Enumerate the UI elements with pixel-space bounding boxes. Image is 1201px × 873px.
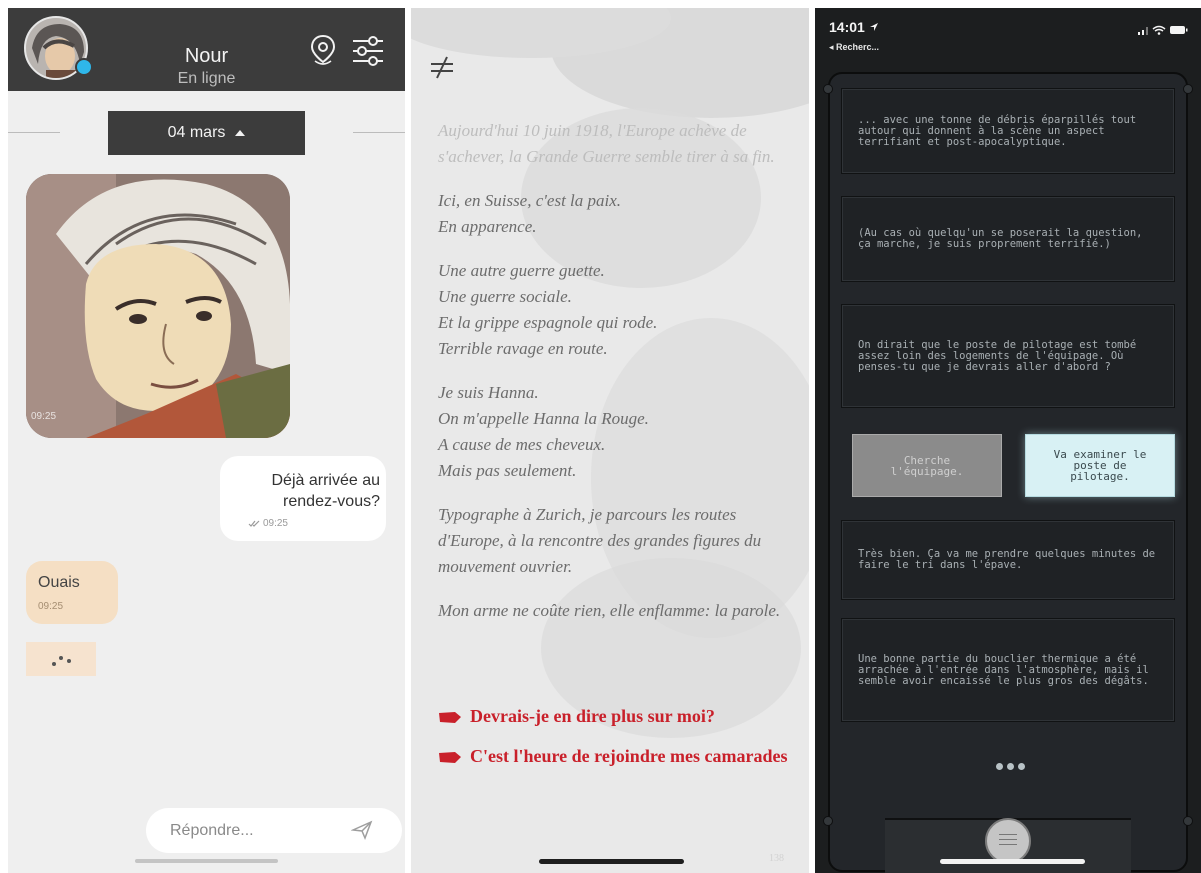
chat-photo[interactable] (26, 174, 290, 438)
typing-indicator (26, 642, 96, 676)
bolt (823, 84, 833, 94)
story-paragraph: Typographe à Zurich, je parcours les rou… (438, 505, 762, 576)
game-message: ... avec une tonne de débris éparpillés … (841, 88, 1175, 174)
choice-marker-icon (439, 712, 461, 724)
game-message: (Au cas où quelqu'un se poserait la ques… (841, 196, 1175, 282)
location-arrow-icon (869, 23, 878, 31)
status-time: 14:01 (829, 19, 879, 35)
chat-header: Nour En ligne (8, 8, 405, 91)
story-text: Aujourd'hui 10 juin 1918, l'Europe achèv… (438, 118, 788, 642)
typing-indicator (996, 757, 1029, 775)
chat-screen: Nour En ligne 04 mars 09:25 Déjà arrivée… (8, 8, 405, 873)
send-icon[interactable] (351, 820, 373, 840)
location-pin-icon[interactable] (309, 34, 337, 66)
message-meta: 09:25 (248, 518, 288, 529)
story-paragraph: Je suis Hanna. On m'appelle Hanna la Rou… (438, 383, 649, 480)
game-message: Une bonne partie du bouclier thermique a… (841, 618, 1175, 722)
reply-bar (146, 808, 402, 853)
outgoing-message[interactable]: Déjà arrivée au rendez-vous? 09:25 (220, 456, 386, 541)
game-message: Très bien. Ça va me prendre quelques min… (841, 520, 1175, 600)
page-number: 138 (769, 853, 784, 864)
portrait-illustration (26, 174, 290, 438)
choice-button-cockpit[interactable]: Va examiner le poste de pilotage. (1025, 434, 1175, 497)
reply-input[interactable] (170, 808, 350, 853)
story-choice[interactable]: Devrais-je en dire plus sur moi? (438, 705, 788, 728)
home-indicator (135, 859, 278, 863)
caret-up-icon (235, 130, 246, 136)
bolt (1183, 84, 1193, 94)
read-check-icon (248, 520, 260, 527)
contact-name: Nour (184, 45, 229, 67)
message-time: 09:25 (38, 601, 64, 612)
game-message: On dirait que le poste de pilotage est t… (841, 304, 1175, 408)
home-indicator (940, 859, 1085, 864)
divider (353, 132, 405, 133)
incoming-message[interactable]: Ouais 09:25 (26, 561, 118, 624)
date-label: 04 mars (167, 124, 226, 141)
message-time: 09:25 (262, 518, 288, 529)
status-icons (1138, 25, 1188, 35)
photo-timestamp: 09:25 (31, 411, 57, 422)
home-indicator (539, 859, 684, 864)
menu-knob[interactable] (985, 818, 1031, 864)
message-text: Déjà arrivée au rendez-vous? (271, 472, 381, 510)
bolt (823, 816, 833, 826)
message-text: Ouais (38, 574, 80, 591)
choice-label: Devrais-je en dire plus sur moi? (470, 706, 715, 726)
online-indicator (75, 58, 93, 76)
bolt (1183, 816, 1193, 826)
choice-marker-icon (439, 752, 461, 764)
divider (8, 132, 60, 133)
contact-status: En ligne (177, 70, 236, 87)
story-paragraph: Aujourd'hui 10 juin 1918, l'Europe achèv… (438, 121, 775, 166)
story-choice[interactable]: C'est l'heure de rejoindre mes camarades (438, 745, 788, 768)
story-screen: Aujourd'hui 10 juin 1918, l'Europe achèv… (411, 8, 809, 873)
choice-label: C'est l'heure de rejoindre mes camarades (470, 746, 788, 766)
story-paragraph: Une autre guerre guette. Une guerre soci… (438, 261, 658, 358)
game-screen: 14:01 ◂ Recherc... ... avec une tonne de… (815, 8, 1201, 873)
choice-button-crew[interactable]: Cherche l'équipage. (852, 434, 1002, 497)
date-selector[interactable]: 04 mars (108, 111, 305, 155)
story-paragraph: Mon arme ne coûte rien, elle enflamme: l… (438, 601, 781, 620)
back-link[interactable]: ◂ Recherc... (829, 42, 879, 53)
sliders-icon[interactable] (351, 35, 385, 67)
menu-icon[interactable] (429, 55, 455, 79)
story-paragraph: Ici, en Suisse, c'est la paix. En appare… (438, 191, 622, 236)
